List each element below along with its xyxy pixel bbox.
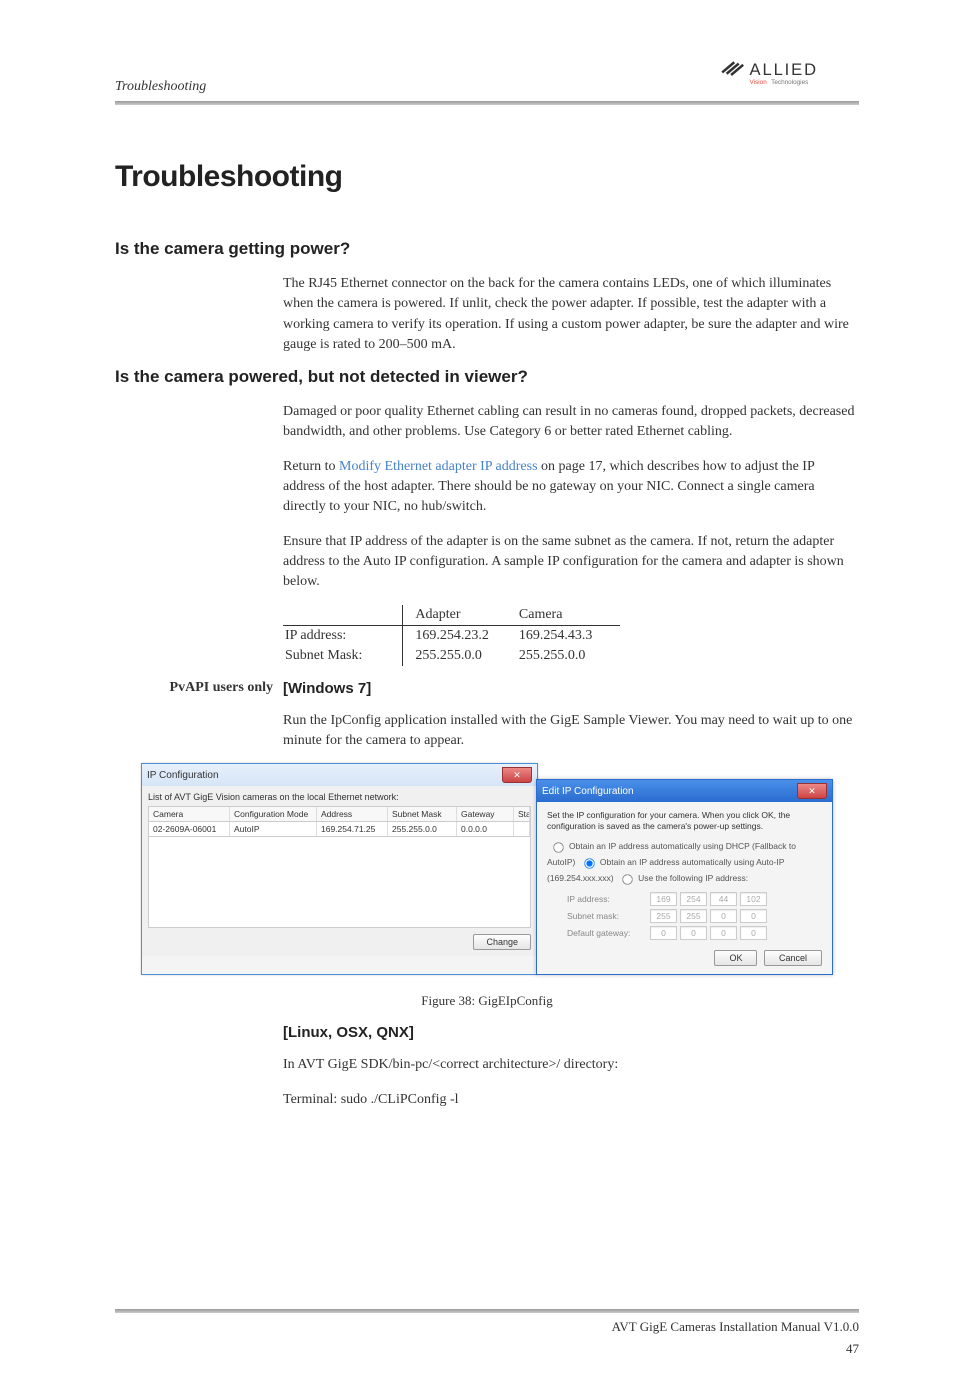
cell-address: 169.254.71.25 [317, 822, 388, 836]
col-status[interactable]: Status [514, 807, 530, 821]
col-mode[interactable]: Configuration Mode [230, 807, 317, 821]
gw-o1[interactable]: 0 [650, 926, 677, 940]
figure-caption: Figure 38: GigEIpConfig [115, 993, 859, 1009]
p2-part-a: Return to [283, 459, 339, 474]
td-mask-camera: 255.255.0.0 [517, 646, 621, 666]
editip-window: Edit IP Configuration ✕ Set the IP confi… [536, 779, 833, 975]
list-spacer [148, 837, 531, 928]
ok-button[interactable]: OK [714, 950, 757, 966]
td-ip-adapter: 169.254.23.2 [403, 625, 517, 646]
linux-heading: [Linux, OSX, QNX] [283, 1024, 859, 1041]
td-mask-label: Subnet Mask: [283, 646, 403, 666]
gw-o4[interactable]: 0 [740, 926, 767, 940]
section-detect-p2: Return to Modify Ethernet adapter IP add… [283, 457, 859, 518]
section-detect-heading: Is the camera powered, but not detected … [115, 367, 859, 387]
sm-o3[interactable]: 0 [710, 909, 737, 923]
cell-gateway: 0.0.0.0 [457, 822, 514, 836]
ip-o2[interactable]: 254 [680, 892, 707, 906]
ipconfig-subtitle: List of AVT GigE Vision cameras on the l… [148, 792, 531, 802]
svg-text:Technologies: Technologies [771, 79, 808, 86]
gw-o3[interactable]: 0 [710, 926, 737, 940]
pvapi-margin-label: PvAPI users only [115, 680, 283, 697]
th-blank [283, 605, 403, 626]
td-ip-camera: 169.254.43.3 [517, 625, 621, 646]
td-mask-adapter: 255.255.0.0 [403, 646, 517, 666]
editip-close-icon[interactable]: ✕ [797, 783, 827, 799]
cell-status [514, 822, 530, 836]
windows7-body: Run the IpConfig application installed w… [283, 711, 859, 752]
ipconfig-title: IP Configuration [147, 770, 219, 781]
th-camera: Camera [517, 605, 621, 626]
ip-o4[interactable]: 102 [740, 892, 767, 906]
header-section: Troubleshooting [115, 79, 206, 95]
cell-camera: 02-2609A-06001 [149, 822, 230, 836]
radio-static[interactable]: Use the following IP address: [616, 873, 748, 883]
windows7-heading: [Windows 7] [283, 680, 371, 697]
change-button[interactable]: Change [473, 934, 531, 950]
ipconfig-close-icon[interactable]: ✕ [502, 767, 532, 783]
header-rule [115, 101, 859, 105]
ipconfig-window: IP Configuration ✕ List of AVT GigE Visi… [141, 763, 538, 975]
ip-o3[interactable]: 44 [710, 892, 737, 906]
gw-o2[interactable]: 0 [680, 926, 707, 940]
page-number: 47 [846, 1341, 859, 1357]
footer-text: AVT GigE Cameras Installation Manual V1.… [612, 1319, 859, 1335]
td-ip-label: IP address: [283, 625, 403, 646]
camera-list-row[interactable]: 02-2609A-06001 AutoIP 169.254.71.25 255.… [148, 822, 531, 837]
footer-rule [115, 1309, 859, 1313]
col-camera[interactable]: Camera [149, 807, 230, 821]
col-address[interactable]: Address [317, 807, 388, 821]
ip-sample-table: Adapter Camera IP address: 169.254.23.2 … [283, 605, 620, 666]
svg-text:Vision: Vision [750, 79, 768, 86]
linux-p1: In AVT GigE SDK/bin-pc/<correct architec… [283, 1055, 859, 1075]
col-gateway[interactable]: Gateway [457, 807, 514, 821]
col-subnet[interactable]: Subnet Mask [388, 807, 457, 821]
page-title: Troubleshooting [115, 160, 859, 194]
section-detect-p3: Ensure that IP address of the adapter is… [283, 532, 859, 593]
svg-text:ALLIED: ALLIED [750, 60, 818, 79]
section-power-body: The RJ45 Ethernet connector on the back … [283, 274, 859, 355]
cell-mode: AutoIP [230, 822, 317, 836]
sm-label: Subnet mask: [567, 911, 647, 921]
th-adapter: Adapter [403, 605, 517, 626]
editip-title: Edit IP Configuration [542, 786, 634, 797]
allied-logo: ALLIED Vision Technologies [719, 55, 859, 95]
sm-o4[interactable]: 0 [740, 909, 767, 923]
ip-o1[interactable]: 169 [650, 892, 677, 906]
linux-p2: Terminal: sudo ./CLiPConfig -l [283, 1090, 859, 1110]
cancel-button[interactable]: Cancel [764, 950, 822, 966]
modify-ethernet-link[interactable]: Modify Ethernet adapter IP address [339, 459, 538, 474]
sm-o1[interactable]: 255 [650, 909, 677, 923]
screenshot-container: IP Configuration ✕ List of AVT GigE Visi… [115, 763, 859, 975]
cell-subnet: 255.255.0.0 [388, 822, 457, 836]
gw-label: Default gateway: [567, 928, 647, 938]
editip-desc: Set the IP configuration for your camera… [547, 810, 822, 832]
section-power-heading: Is the camera getting power? [115, 239, 859, 259]
sm-o2[interactable]: 255 [680, 909, 707, 923]
section-detect-p1: Damaged or poor quality Ethernet cabling… [283, 402, 859, 443]
ip-label: IP address: [567, 894, 647, 904]
